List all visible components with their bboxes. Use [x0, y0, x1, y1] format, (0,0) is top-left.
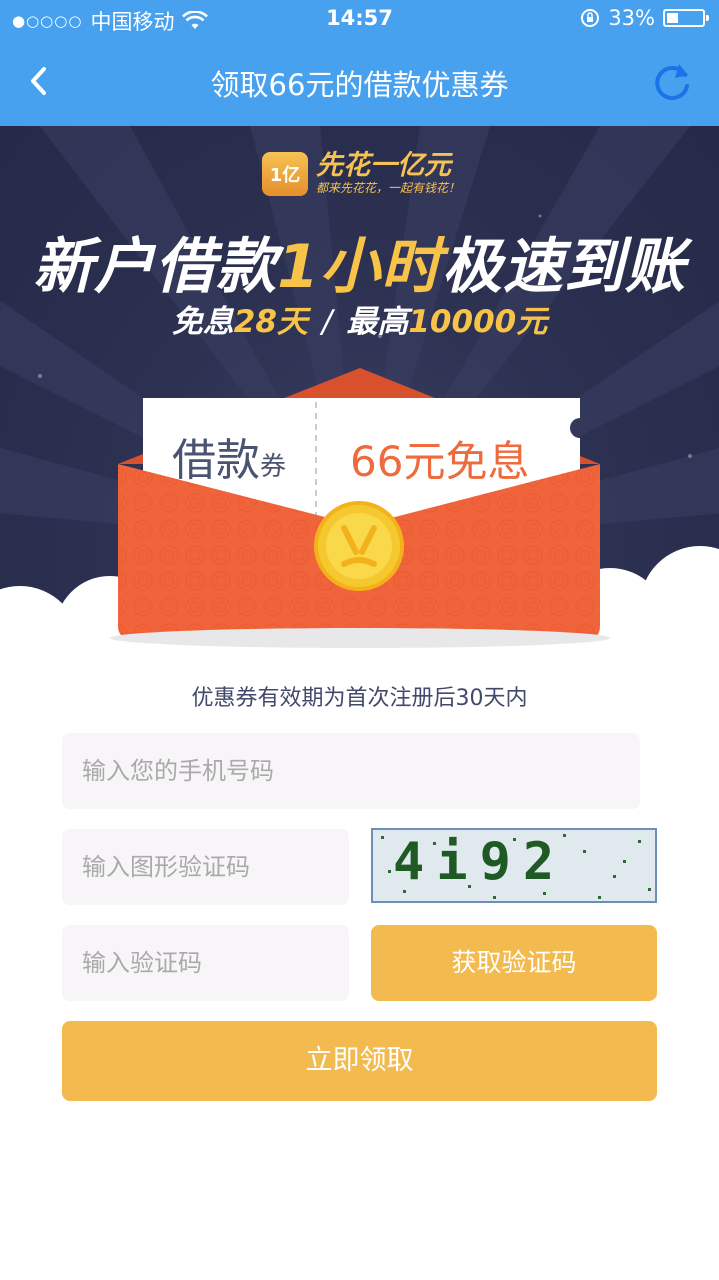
promo-banner: 1亿 先花一亿元 都来先花花，一起有钱花！ 新户借款1小时极速到账 免息28天 /…	[0, 126, 719, 666]
ticket-value: 66元免息	[350, 437, 530, 486]
sms-code-input[interactable]	[62, 925, 349, 1001]
battery-percent: 33%	[608, 6, 655, 30]
red-envelope-illustration	[0, 368, 719, 666]
phone-input[interactable]	[62, 733, 640, 809]
ticket-title: 借款券	[172, 424, 286, 488]
captcha-image[interactable]: 4i92	[371, 828, 657, 903]
page-title: 领取66元的借款优惠券	[210, 68, 509, 102]
claim-now-button[interactable]: 立即领取	[62, 1021, 657, 1101]
status-bar: ●○○○○ 中国移动 14:57 33%	[0, 0, 719, 40]
nav-bar: 领取66元的借款优惠券	[0, 40, 719, 126]
coupon-validity-notice: 优惠券有效期为首次注册后30天内	[191, 686, 528, 711]
battery-icon	[663, 9, 709, 27]
ticket-title-text: 借款	[172, 435, 260, 486]
refresh-icon[interactable]	[647, 56, 697, 106]
image-captcha-input[interactable]	[62, 829, 349, 905]
top-bar: ●○○○○ 中国移动 14:57 33% 领取66元的借款优惠券	[0, 0, 719, 126]
rotation-lock-icon	[581, 9, 600, 27]
ticket-unit: 券	[260, 452, 287, 482]
get-code-button[interactable]: 获取验证码	[371, 925, 657, 1001]
captcha-text: 4i92	[393, 832, 567, 892]
